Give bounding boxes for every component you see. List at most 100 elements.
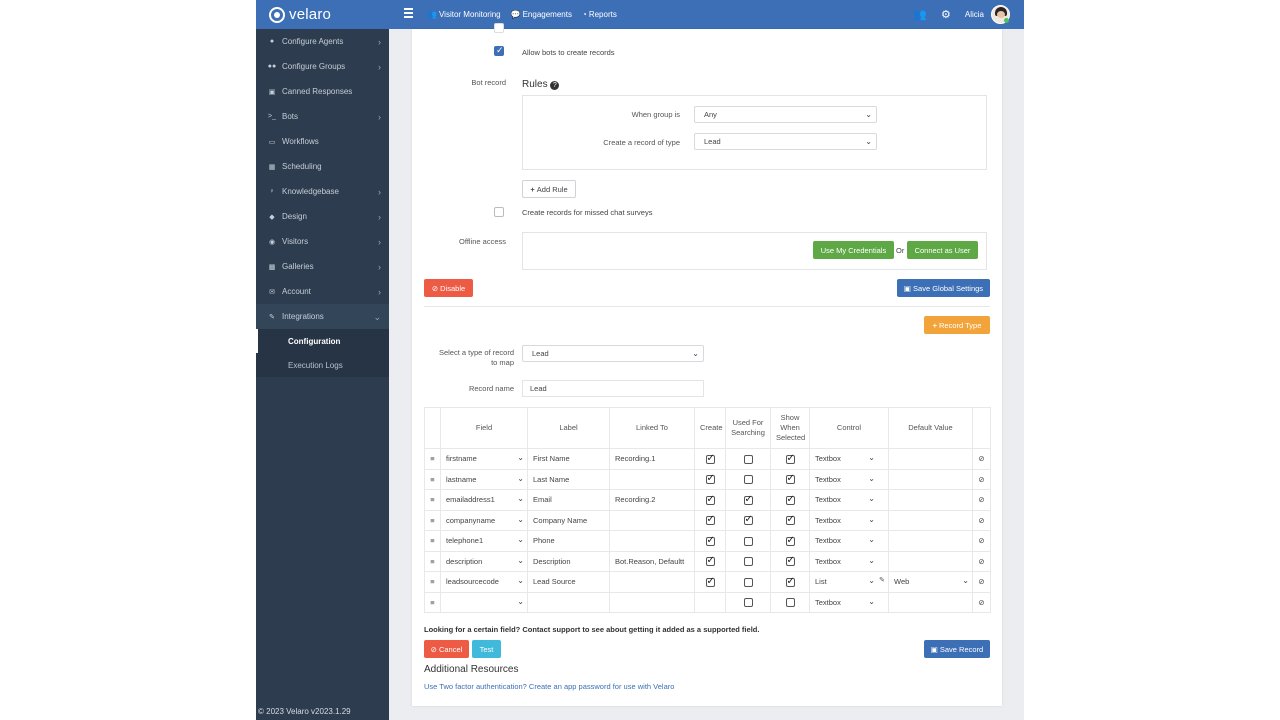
control-select[interactable]: Textbox ⌄ bbox=[809, 550, 889, 572]
record-type-map-select[interactable]: Lead ⌄ bbox=[522, 345, 704, 362]
show-checkbox[interactable] bbox=[785, 494, 795, 505]
sidebar-item-configure-groups[interactable]: ●● Configure Groups › bbox=[256, 54, 389, 79]
default-value-cell[interactable] bbox=[888, 448, 973, 470]
team-icon[interactable]: 👥 bbox=[913, 8, 927, 21]
sidebar-item-account[interactable]: ✉ Account › bbox=[256, 279, 389, 304]
linked-to-cell[interactable] bbox=[609, 468, 695, 490]
remove-row-icon[interactable]: ⊘ bbox=[972, 550, 991, 572]
label-cell[interactable]: Email bbox=[527, 489, 610, 511]
linked-to-cell[interactable] bbox=[609, 591, 695, 613]
allow-bots-checkbox[interactable] bbox=[494, 45, 504, 56]
sidebar-item-workflows[interactable]: ▭ Workflows bbox=[256, 129, 389, 154]
default-value-cell[interactable] bbox=[888, 530, 973, 552]
connect-as-user-button[interactable]: Connect as User bbox=[907, 241, 978, 259]
create-checkbox[interactable] bbox=[705, 576, 715, 587]
default-value-select[interactable]: Web ⌄ bbox=[888, 571, 973, 593]
search-checkbox[interactable] bbox=[743, 475, 753, 484]
save-global-settings-button[interactable]: ▣ Save Global Settings bbox=[897, 279, 990, 297]
default-value-cell[interactable] bbox=[888, 591, 973, 613]
default-value-cell[interactable] bbox=[888, 509, 973, 531]
drag-handle-icon[interactable]: ≡ bbox=[424, 530, 441, 552]
nav-engagements[interactable]: 💬 Engagements bbox=[511, 10, 572, 19]
when-group-select[interactable]: Any ⌄ bbox=[694, 106, 877, 123]
use-my-credentials-button[interactable]: Use My Credentials bbox=[813, 241, 894, 259]
control-select[interactable]: Textbox ⌄ bbox=[809, 448, 889, 470]
nav-visitor-monitoring[interactable]: 👥 Visitor Monitoring bbox=[427, 10, 501, 19]
create-checkbox[interactable] bbox=[705, 473, 715, 484]
sidebar-item-design[interactable]: ◆ Design › bbox=[256, 204, 389, 229]
sidebar-item-bots[interactable]: >_ Bots › bbox=[256, 104, 389, 129]
field-select[interactable]: companyname ⌄ bbox=[440, 509, 528, 531]
default-value-cell[interactable] bbox=[888, 550, 973, 572]
label-cell[interactable]: First Name bbox=[527, 448, 610, 470]
user-name[interactable]: Alicia bbox=[965, 10, 984, 19]
top-hidden-checkbox[interactable] bbox=[494, 23, 504, 33]
app-password-link[interactable]: Use Two factor authentication? Create an… bbox=[424, 682, 674, 691]
linked-to-cell[interactable]: Bot.Reason, Defaultt bbox=[609, 550, 695, 572]
sidebar-item-integrations[interactable]: ✎ Integrations ⌄ bbox=[256, 304, 389, 329]
remove-row-icon[interactable]: ⊘ bbox=[972, 530, 991, 552]
show-checkbox[interactable] bbox=[785, 555, 795, 566]
disable-button[interactable]: ⊘ Disable bbox=[424, 279, 473, 297]
field-select[interactable]: leadsourcecode ⌄ bbox=[440, 571, 528, 593]
show-checkbox[interactable] bbox=[785, 598, 795, 607]
sidebar-item-configure-agents[interactable]: ● Configure Agents › bbox=[256, 29, 389, 54]
show-checkbox[interactable] bbox=[785, 453, 795, 464]
sidebar-subitem-configuration[interactable]: Configuration bbox=[256, 329, 389, 353]
label-cell[interactable]: Description bbox=[527, 550, 610, 572]
label-cell[interactable]: Last Name bbox=[527, 468, 610, 490]
field-select[interactable]: description ⌄ bbox=[440, 550, 528, 572]
label-cell[interactable] bbox=[527, 591, 610, 613]
nav-reports[interactable]: ◔ Reports bbox=[582, 10, 617, 19]
create-checkbox[interactable] bbox=[705, 535, 715, 546]
save-record-button[interactable]: ▣ Save Record bbox=[924, 640, 990, 658]
drag-handle-icon[interactable]: ≡ bbox=[424, 571, 441, 593]
record-name-input[interactable]: Lead bbox=[522, 380, 704, 397]
remove-row-icon[interactable]: ⊘ bbox=[972, 509, 991, 531]
sidebar-item-visitors[interactable]: ◉ Visitors › bbox=[256, 229, 389, 254]
drag-handle-icon[interactable]: ≡ bbox=[424, 489, 441, 511]
control-select[interactable]: List ⌄ ✎ bbox=[809, 571, 889, 593]
default-value-cell[interactable] bbox=[888, 489, 973, 511]
linked-to-cell[interactable] bbox=[609, 530, 695, 552]
create-checkbox[interactable] bbox=[705, 514, 715, 525]
create-checkbox[interactable] bbox=[705, 494, 715, 505]
show-checkbox[interactable] bbox=[785, 473, 795, 484]
sidebar-item-scheduling[interactable]: ▦ Scheduling bbox=[256, 154, 389, 179]
show-checkbox[interactable] bbox=[785, 514, 795, 525]
remove-row-icon[interactable]: ⊘ bbox=[972, 448, 991, 470]
search-checkbox[interactable] bbox=[743, 536, 753, 546]
sidebar-item-canned-responses[interactable]: ▣ Canned Responses bbox=[256, 79, 389, 104]
test-button[interactable]: Test bbox=[472, 640, 501, 658]
field-select[interactable]: lastname ⌄ bbox=[440, 468, 528, 490]
help-icon[interactable]: ? bbox=[550, 81, 560, 90]
search-checkbox[interactable] bbox=[743, 494, 753, 505]
remove-row-icon[interactable]: ⊘ bbox=[972, 591, 991, 613]
field-select[interactable]: telephone1 ⌄ bbox=[440, 530, 528, 552]
control-select[interactable]: Textbox ⌄ bbox=[809, 489, 889, 511]
drag-handle-icon[interactable]: ≡ bbox=[424, 509, 441, 531]
default-value-cell[interactable] bbox=[888, 468, 973, 490]
search-checkbox[interactable] bbox=[743, 514, 753, 525]
search-checkbox[interactable] bbox=[743, 598, 753, 607]
search-checkbox[interactable] bbox=[743, 454, 753, 464]
show-checkbox[interactable] bbox=[785, 535, 795, 546]
show-checkbox[interactable] bbox=[785, 576, 795, 587]
search-checkbox[interactable] bbox=[743, 577, 753, 587]
sidebar-item-knowledgebase[interactable]: ♀ Knowledgebase › bbox=[256, 179, 389, 204]
remove-row-icon[interactable]: ⊘ bbox=[972, 468, 991, 490]
search-checkbox[interactable] bbox=[743, 557, 753, 566]
linked-to-cell[interactable] bbox=[609, 509, 695, 531]
linked-to-cell[interactable]: Recording.2 bbox=[609, 489, 695, 511]
create-checkbox[interactable] bbox=[705, 555, 715, 566]
label-cell[interactable]: Company Name bbox=[527, 509, 610, 531]
drag-handle-icon[interactable]: ≡ bbox=[424, 448, 441, 470]
sidebar-item-galleries[interactable]: ▩ Galleries › bbox=[256, 254, 389, 279]
create-checkbox[interactable] bbox=[705, 453, 715, 464]
drag-handle-icon[interactable]: ≡ bbox=[424, 591, 441, 613]
control-select[interactable]: Textbox ⌄ bbox=[809, 468, 889, 490]
control-select[interactable]: Textbox ⌄ bbox=[809, 509, 889, 531]
linked-to-cell[interactable] bbox=[609, 571, 695, 593]
field-select[interactable]: firstname ⌄ bbox=[440, 448, 528, 470]
record-type-rule-select[interactable]: Lead ⌄ bbox=[694, 133, 877, 150]
